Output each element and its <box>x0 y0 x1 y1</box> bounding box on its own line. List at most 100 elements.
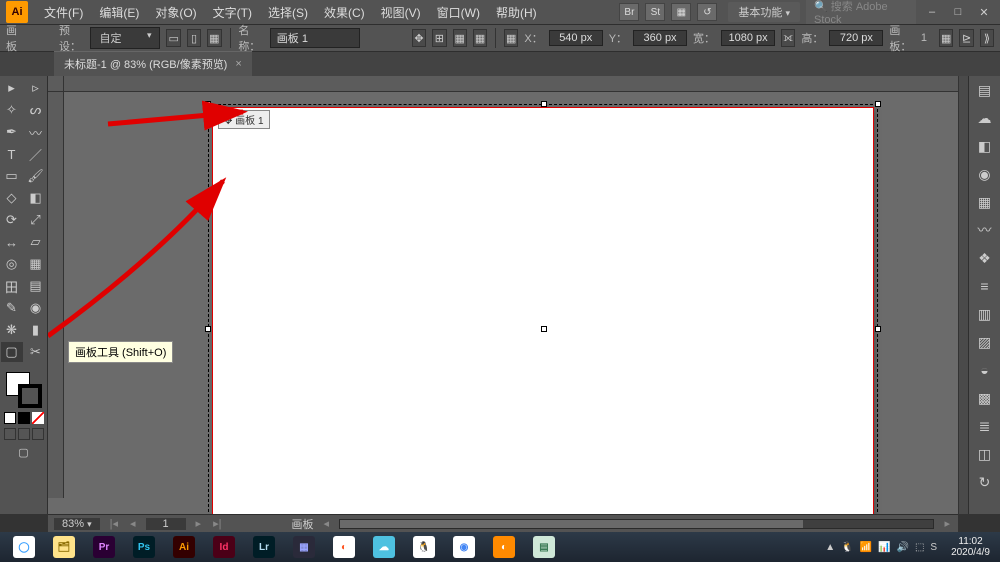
taskbar-photoshop[interactable]: Ps <box>124 534 164 560</box>
taskbar-ball[interactable]: ◐ <box>324 534 364 560</box>
document-tab[interactable]: 未标题-1 @ 83% (RGB/像素预览) × <box>54 51 252 76</box>
taskbar-indesign[interactable]: Id <box>204 534 244 560</box>
align-icon[interactable]: ⊞ <box>432 29 446 47</box>
h-field[interactable]: 720 px <box>829 30 883 46</box>
eraser-tool[interactable]: ◧ <box>25 188 47 208</box>
tray-icon[interactable]: S <box>930 542 937 553</box>
rectangle-tool[interactable]: ▭ <box>1 166 23 186</box>
zoom-level[interactable]: 83% ▾ <box>54 518 100 530</box>
horizontal-scrollbar[interactable] <box>339 519 934 529</box>
color-mode[interactable] <box>4 412 16 424</box>
maximize-button[interactable]: □ <box>948 5 968 19</box>
taskbar-browser[interactable]: ◯ <box>4 534 44 560</box>
rotate-tool[interactable]: ⟳ <box>1 210 23 230</box>
artboard-prev[interactable]: ◂ <box>128 517 138 530</box>
artboard-first[interactable]: |◂ <box>108 517 120 530</box>
stroke-panel-icon[interactable]: ≡ <box>975 276 995 296</box>
tray-icon[interactable]: 📶 <box>860 542 872 553</box>
tray-icon[interactable]: ▲ <box>825 542 835 553</box>
ref-point-icon-2[interactable]: ▦ <box>473 29 487 47</box>
artboard-next[interactable]: ▸ <box>194 517 204 530</box>
bridge-icon[interactable]: Br <box>619 3 639 21</box>
column-graph-tool[interactable]: ▮ <box>25 320 47 340</box>
artboard-last[interactable]: ▸| <box>211 517 223 530</box>
draw-normal[interactable] <box>4 428 16 440</box>
menu-item[interactable]: 效果(C) <box>316 4 373 21</box>
appearance-panel-icon[interactable]: ◒ <box>975 360 995 380</box>
menu-item[interactable]: 帮助(H) <box>488 4 545 21</box>
x-field[interactable]: 540 px <box>549 30 603 46</box>
paintbrush-tool[interactable]: 🖌 <box>25 166 47 186</box>
taskbar-lightroom[interactable]: Lr <box>244 534 284 560</box>
artboard-name-field[interactable]: 画板 1 <box>270 28 360 48</box>
symbol-sprayer-tool[interactable]: ❋ <box>1 320 23 340</box>
orientation-landscape[interactable]: ▭ <box>166 29 180 47</box>
draw-inside[interactable] <box>32 428 44 440</box>
screen-mode-icon[interactable]: ▢ <box>4 446 44 459</box>
gradient-mode[interactable] <box>18 412 30 424</box>
handle-ml[interactable] <box>205 326 211 332</box>
pathfinder-panel-icon[interactable]: ◫ <box>975 444 995 464</box>
eyedropper-tool[interactable]: ✎ <box>1 298 23 318</box>
library-panel-icon[interactable]: ☁ <box>975 108 995 128</box>
direct-select-tool[interactable]: ▹ <box>25 78 47 98</box>
preset-select[interactable]: 自定 ▾ <box>90 27 160 49</box>
stroke-swatch[interactable] <box>18 384 42 408</box>
panel-menu-icon[interactable]: ⊵ <box>959 29 973 47</box>
tray-icon[interactable]: ⬚ <box>915 542 924 553</box>
taskbar-qq[interactable]: 🐧 <box>404 534 444 560</box>
taskbar-orange[interactable]: ◐ <box>484 534 524 560</box>
gradient-tool[interactable]: ▤ <box>25 276 47 296</box>
magic-wand-tool[interactable]: ✧ <box>1 100 23 120</box>
close-tab-icon[interactable]: × <box>235 58 241 70</box>
handle-mr[interactable] <box>875 326 881 332</box>
minimize-button[interactable]: – <box>922 5 942 19</box>
none-mode[interactable] <box>32 412 44 424</box>
artboard-tag[interactable]: ✥ 画板 1 <box>218 110 270 129</box>
bridge-icon[interactable]: ↺ <box>697 3 717 21</box>
bridge-icon[interactable]: St <box>645 3 665 21</box>
type-tool[interactable]: T <box>1 144 23 164</box>
mesh-tool[interactable]: 田 <box>1 276 23 296</box>
ref-point-grid[interactable]: ▦ <box>504 29 518 47</box>
tray-icon[interactable]: 🔊 <box>896 542 908 553</box>
menu-item[interactable]: 编辑(E) <box>91 4 147 21</box>
taskbar-clock[interactable]: 11:022020/4/9 <box>945 536 996 558</box>
free-transform-tool[interactable]: ▱ <box>25 232 47 252</box>
taskbar-notes[interactable]: ▤ <box>524 534 564 560</box>
ref-point-icon[interactable]: ▦ <box>453 29 467 47</box>
taskbar-premiere[interactable]: Pr <box>84 534 124 560</box>
menu-item[interactable]: 文件(F) <box>36 4 91 21</box>
layers-panel-icon[interactable]: ◧ <box>975 136 995 156</box>
shape-builder-tool[interactable]: ◎ <box>1 254 23 274</box>
perspective-tool[interactable]: ▦ <box>25 254 47 274</box>
curvature-tool[interactable]: 〰 <box>25 122 47 142</box>
lasso-tool[interactable]: ᔕ <box>25 100 47 120</box>
menu-item[interactable]: 对象(O) <box>147 4 204 21</box>
workspace-switcher[interactable]: 基本功能 ▾ <box>728 2 800 22</box>
transform-panel-icon[interactable]: ↻ <box>975 472 995 492</box>
handle-tl[interactable] <box>205 101 211 107</box>
brushes-panel-icon[interactable]: 〰 <box>975 220 995 240</box>
tray-icon[interactable]: 📊 <box>878 542 890 553</box>
fill-stroke-swatch[interactable]: ▢ <box>4 368 44 459</box>
collapse-icon[interactable]: ⟫ <box>980 29 994 47</box>
width-tool[interactable]: ↔ <box>1 232 23 252</box>
bridge-icon[interactable]: ▦ <box>671 3 691 21</box>
handle-tm[interactable] <box>541 101 547 107</box>
pen-tool[interactable]: ✒ <box>1 122 23 142</box>
taskbar-cloud[interactable]: ☁ <box>364 534 404 560</box>
draw-behind[interactable] <box>18 428 30 440</box>
artboard-nav-field[interactable]: 1 <box>146 518 186 530</box>
tray-icon[interactable]: 🐧 <box>841 542 853 553</box>
selection-tool[interactable]: ▸ <box>1 78 23 98</box>
blend-tool[interactable]: ◉ <box>25 298 47 318</box>
taskbar-chrome[interactable]: ◉ <box>444 534 484 560</box>
scroll-left[interactable]: ◂ <box>321 517 331 530</box>
color-panel-icon[interactable]: ◉ <box>975 164 995 184</box>
menu-item[interactable]: 选择(S) <box>260 4 316 21</box>
w-field[interactable]: 1080 px <box>721 30 775 46</box>
move-artwork-toggle[interactable]: ✥ <box>412 29 426 47</box>
y-field[interactable]: 360 px <box>633 30 687 46</box>
ruler-vertical[interactable] <box>48 92 64 498</box>
